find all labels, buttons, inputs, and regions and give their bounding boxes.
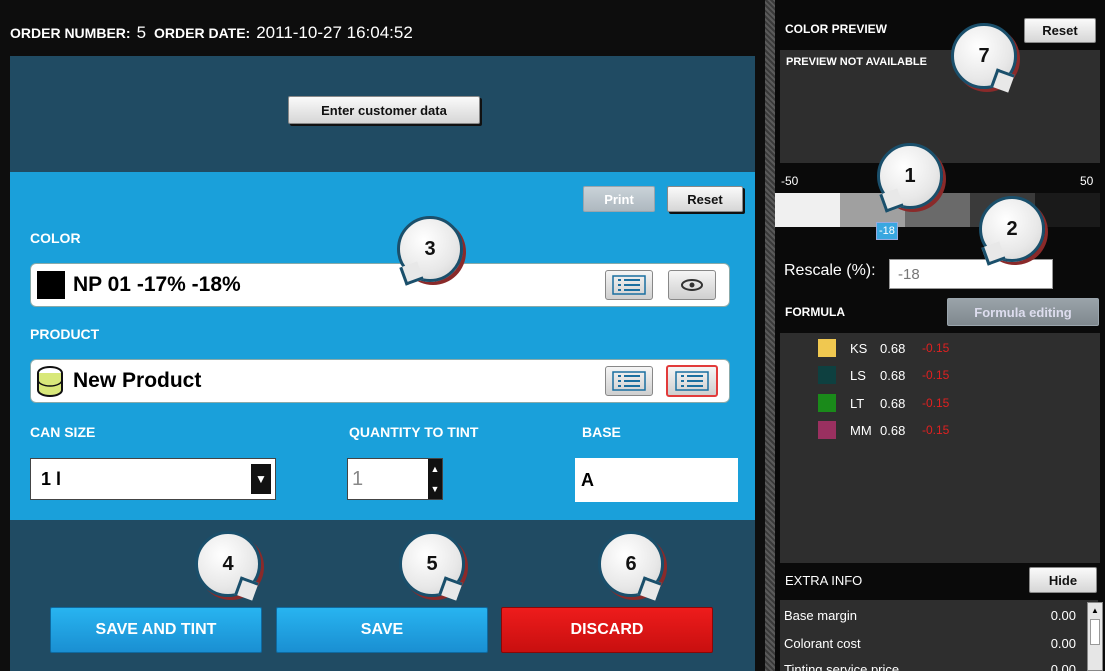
list-icon [675,371,709,391]
product-details-button[interactable] [666,365,718,397]
eye-icon [681,279,703,291]
callout-6: 6 [598,531,664,597]
save-and-tint-button[interactable]: SAVE AND TINT [50,607,262,653]
preview-reset-button[interactable]: Reset [1024,18,1096,43]
colorant-value: 0.68 [880,422,906,438]
extra-info-row: Base margin 0.00 [780,608,1080,623]
callout-2: 2 [979,196,1045,262]
extra-info-label: Tinting service price [784,662,900,671]
order-number-label: ORDER NUMBER: [10,25,131,41]
rescale-slider[interactable] [775,193,1100,227]
color-preview-title: COLOR PREVIEW [785,22,888,36]
order-date-value: 2011-10-27 16:04:52 [256,23,413,42]
quantity-stepper[interactable]: 1 ▲ ▼ [347,458,443,500]
color-swatch [37,271,65,299]
callout-3: 3 [397,216,463,282]
callout-1: 1 [877,143,943,209]
discard-button[interactable]: DISCARD [501,607,713,653]
color-label: COLOR [30,230,81,246]
product-label: PRODUCT [30,326,100,342]
chevron-down-icon: ▼ [251,464,271,494]
quantity-value: 1 [352,467,364,490]
extra-info-value: 0.00 [1050,662,1076,671]
slider-marker[interactable]: -18 [876,222,898,240]
colorant-value: 0.68 [880,395,906,411]
scale-min-label: -50 [781,174,799,188]
customer-section: Enter customer data [10,56,755,172]
color-preview-panel: COLOR PREVIEW Reset PREVIEW NOT AVAILABL… [775,0,1105,671]
extra-info-scrollbar[interactable]: ▲ [1087,602,1103,671]
can-size-select[interactable]: 1 l ▼ [30,458,276,500]
preview-not-available: PREVIEW NOT AVAILABLE [786,56,927,68]
colorant-value: 0.68 [880,340,906,356]
stepper-arrows[interactable]: ▲ ▼ [428,459,442,499]
formula-editing-button[interactable]: Formula editing [947,298,1099,326]
color-list-button[interactable] [605,270,653,300]
callout-7: 7 [951,23,1017,89]
order-number-value: 5 [136,23,147,42]
enter-customer-data-button[interactable]: Enter customer data [288,96,480,124]
rescale-label: Rescale (%): [784,262,876,279]
hide-button[interactable]: Hide [1029,567,1097,593]
formula-title: FORMULA [785,305,845,319]
extra-info-list: Base margin 0.00 Colorant cost 0.00 Tint… [780,600,1098,671]
color-value: NP 01 -17% -18% [73,273,241,296]
formula-row: LS 0.68 -0.15 [818,366,949,384]
base-field[interactable]: A [575,458,738,502]
colorant-delta: -0.15 [922,396,950,410]
formula-row: MM 0.68 -0.15 [818,421,949,439]
can-size-value: 1 l [41,468,62,489]
colorant-swatch [818,366,836,384]
extra-info-row: Tinting service price 0.00 [780,662,1080,671]
extra-info-label: Base margin [784,608,857,623]
base-value: A [581,469,594,490]
preview-area: PREVIEW NOT AVAILABLE [780,50,1100,163]
panel-divider[interactable] [765,0,775,671]
can-size-label: CAN SIZE [30,424,96,440]
scale-max-label: 50 [1080,174,1094,188]
extra-info-value: 0.00 [1050,636,1076,651]
extra-info-row: Colorant cost 0.00 [780,636,1080,651]
colorant-swatch [818,421,836,439]
colorant-code: LS [850,367,866,383]
colorant-swatch [818,394,836,412]
base-label: BASE [582,424,621,440]
scroll-up-icon[interactable]: ▲ [1088,603,1102,617]
colorant-value: 0.68 [880,367,906,383]
quantity-label: QUANTITY TO TINT [349,424,479,440]
list-icon [612,275,646,295]
order-date-label: ORDER DATE: [154,25,251,41]
reset-button[interactable]: Reset [667,186,743,212]
colorant-delta: -0.15 [922,368,950,382]
product-value: New Product [73,369,202,392]
colorant-delta: -0.15 [922,423,950,437]
order-header: ORDER NUMBER: 5 ORDER DATE: 2011-10-27 1… [0,0,765,60]
colorant-code: KS [850,340,868,356]
scroll-thumb[interactable] [1090,619,1100,645]
list-icon [612,371,646,391]
save-button[interactable]: SAVE [276,607,488,653]
rescale-input[interactable]: -18 [889,259,1053,289]
decrement-icon[interactable]: ▼ [431,484,440,494]
colorant-code: LT [850,395,865,411]
extra-info-label: Colorant cost [784,636,861,651]
formula-row: KS 0.68 -0.15 [818,339,949,357]
color-preview-button[interactable] [668,270,716,300]
colorant-delta: -0.15 [922,341,950,355]
order-form: Print Reset COLOR NP 01 -17% -18% PRODUC… [10,172,755,520]
callout-5: 5 [399,531,465,597]
can-icon [37,366,63,397]
extra-info-value: 0.00 [1050,608,1076,623]
product-list-button[interactable] [605,366,653,396]
increment-icon[interactable]: ▲ [431,464,440,474]
formula-row: LT 0.68 -0.15 [818,394,949,412]
extra-info-title: EXTRA INFO [785,573,863,588]
colorant-swatch [818,339,836,357]
callout-4: 4 [195,531,261,597]
colorant-code: MM [850,422,872,438]
print-button[interactable]: Print [583,186,655,212]
